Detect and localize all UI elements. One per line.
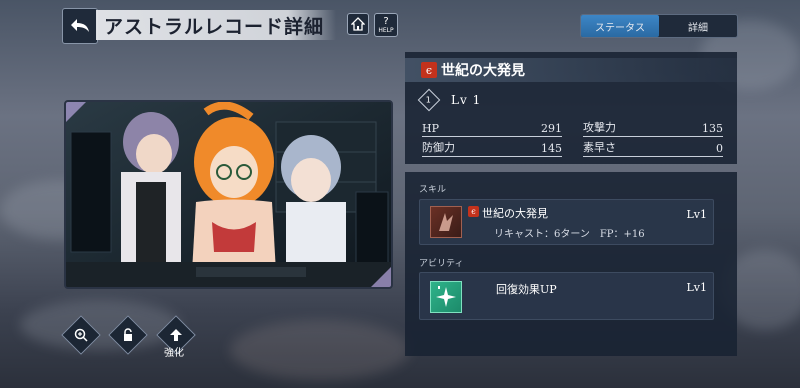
stat-hp: HP 291	[422, 120, 562, 137]
stat-attack-label: 攻撃力	[583, 121, 616, 134]
skill-fire-icon: ϵ	[468, 206, 479, 217]
skill-detail: リキャスト：6ターン FP：+16	[494, 229, 645, 240]
enhance-label: 強化	[164, 348, 184, 359]
skill-section-label: スキル	[419, 185, 447, 195]
card-name: 世紀の大発見	[441, 63, 525, 79]
tab-bar: ステータス 詳細	[580, 14, 738, 38]
back-arrow-icon	[71, 19, 89, 32]
fire-element-icon: ϵ	[421, 62, 437, 78]
help-button[interactable]: ? HELP	[374, 13, 398, 37]
skill-level: Lv1	[686, 208, 707, 221]
home-button[interactable]	[347, 13, 369, 35]
stat-speed: 素早さ 0	[583, 140, 723, 157]
stat-attack-value: 135	[702, 122, 723, 135]
stat-defense-value: 145	[541, 142, 562, 155]
level-row: 1 Lv 1	[417, 88, 482, 112]
stat-defense-label: 防御力	[422, 141, 455, 154]
stat-hp-value: 291	[541, 122, 562, 135]
ability-name: 回復効果UP	[496, 283, 557, 296]
unlock-icon	[124, 328, 132, 341]
ability-section-label: アビリティ	[419, 259, 464, 269]
ability-row[interactable]: 回復効果UP Lv1	[419, 272, 714, 320]
skill-row[interactable]: ϵ 世紀の大発見 Lv1 リキャスト：6ターン FP：+16	[419, 199, 714, 245]
stat-speed-value: 0	[716, 142, 723, 155]
astral-record-card-art	[64, 100, 393, 289]
card-illustration	[66, 102, 391, 287]
page-title: アストラルレコード詳細	[104, 15, 325, 38]
skill-name: 世紀の大発見	[482, 207, 548, 220]
card-name-row: ϵ 世紀の大発見	[405, 58, 737, 82]
skill-icon	[430, 206, 462, 238]
page-title-bar: アストラルレコード詳細	[96, 10, 336, 40]
magnify-icon	[74, 328, 88, 342]
back-button[interactable]	[62, 8, 98, 44]
stat-attack: 攻撃力 135	[583, 120, 723, 137]
stat-hp-label: HP	[422, 122, 439, 135]
home-icon	[351, 17, 365, 31]
tab-status[interactable]: ステータス	[581, 15, 659, 37]
stat-defense: 防御力 145	[422, 140, 562, 157]
card-level: Lv 1	[451, 93, 482, 107]
stat-speed-label: 素早さ	[583, 141, 616, 154]
skill-ability-panel: スキル ϵ 世紀の大発見 Lv1 リキャスト：6ターン FP：+16 アビリティ…	[405, 172, 737, 356]
level-diamond-icon: 1	[417, 88, 441, 112]
tab-details[interactable]: 詳細	[659, 15, 737, 37]
ability-level: Lv1	[686, 281, 707, 294]
heal-up-sparkle-icon	[430, 281, 462, 313]
question-mark-icon: ?	[383, 15, 389, 27]
help-label: HELP	[378, 26, 394, 34]
enhance-up-arrow-icon	[170, 329, 182, 341]
status-panel: ϵ 世紀の大発見 1 Lv 1 HP 291 攻撃力 135 防御力 145 素…	[405, 52, 737, 164]
